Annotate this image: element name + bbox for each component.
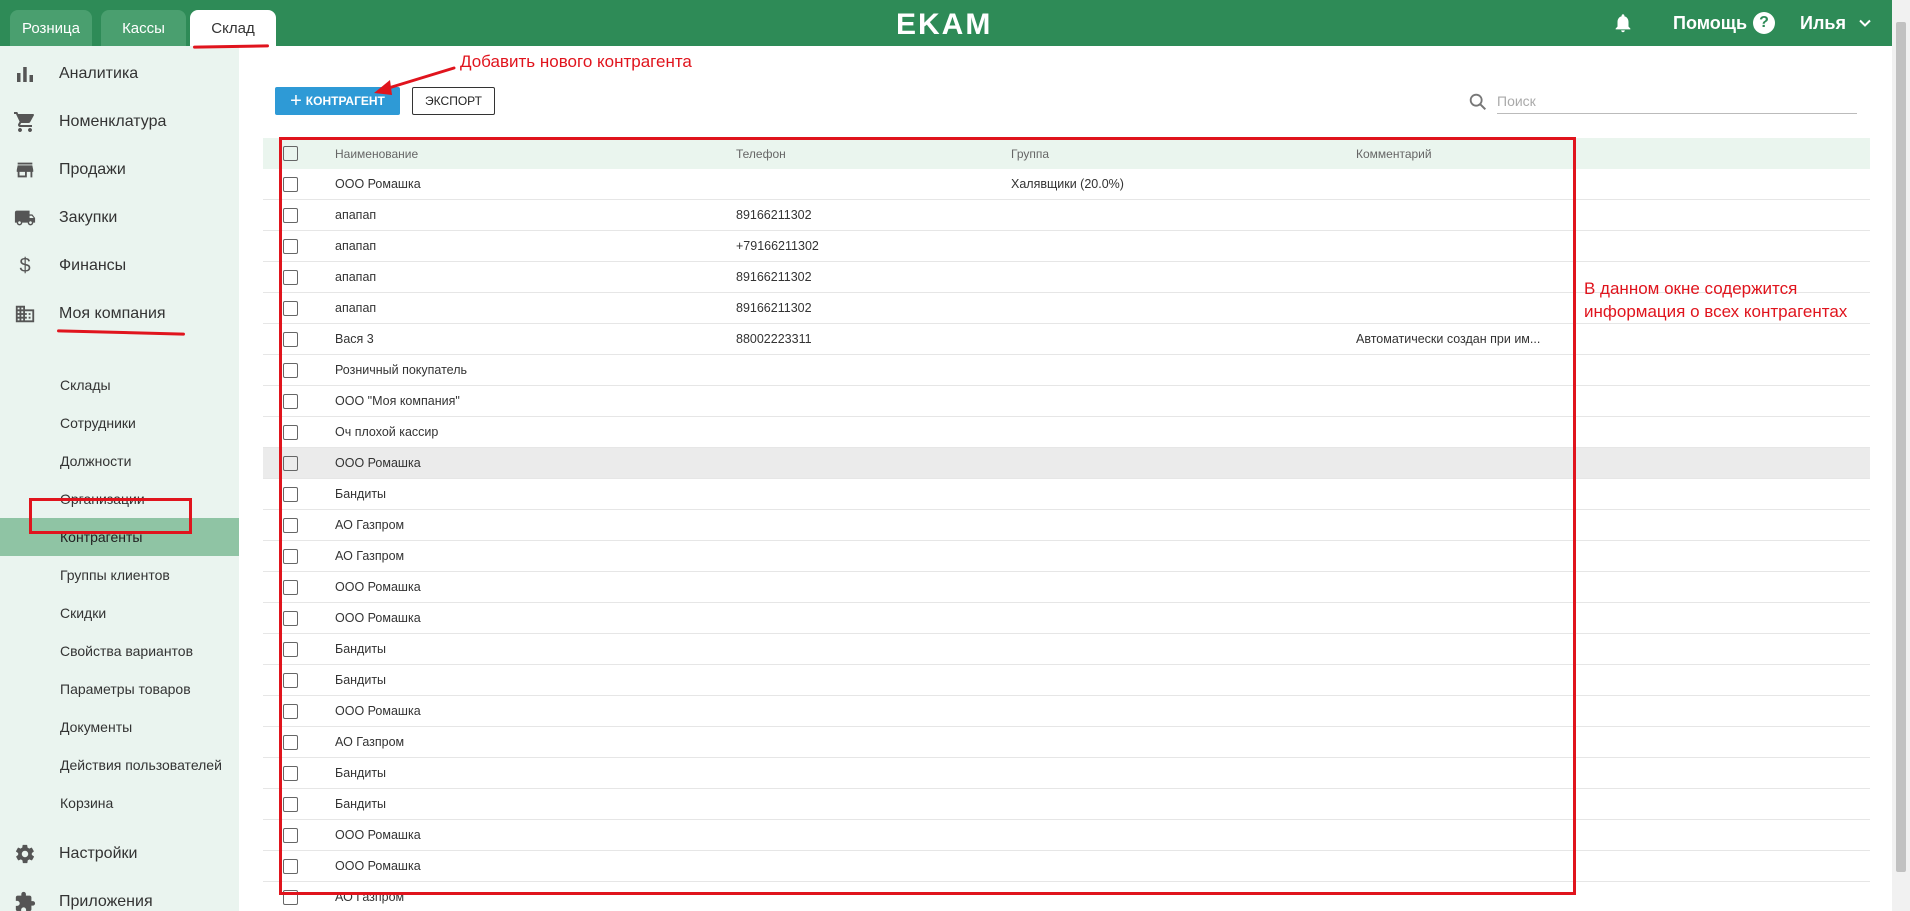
sidebar-subitem-label: Склады [60, 377, 111, 393]
underline-annotation [192, 44, 270, 49]
sidebar-subitem-label: Корзина [60, 795, 114, 811]
sidebar-item-finance[interactable]: $ Финансы [0, 246, 239, 286]
tab-warehouse[interactable]: Склад [190, 10, 276, 46]
table-box-annotation [279, 137, 1576, 895]
sidebar-subitem-label: Действия пользователей [60, 757, 222, 773]
search-input[interactable] [1497, 88, 1857, 114]
sidebar-subitem-client-groups[interactable]: Группы клиентов [0, 556, 239, 594]
search-icon [1469, 93, 1487, 111]
sidebar-item-label: Закупки [59, 209, 118, 226]
sidebar-subitem-user-actions[interactable]: Действия пользователей [0, 746, 239, 784]
sidebar-subitem-label: Документы [60, 719, 133, 735]
sidebar-item-sales[interactable]: Продажи [0, 150, 239, 190]
gear-icon [12, 841, 38, 867]
sidebar-subitem-trash[interactable]: Корзина [0, 784, 239, 822]
tab-retail[interactable]: Розница [10, 10, 92, 46]
sidebar-item-label: Аналитика [59, 65, 139, 82]
sidebar-item-label: Продажи [59, 161, 126, 178]
page-scrollbar-thumb[interactable] [1896, 22, 1906, 872]
help-link[interactable]: Помощь [1673, 0, 1747, 46]
sidebar-item-label: Номенклатура [59, 113, 167, 130]
window-hint-annotation-line1: В данном окне содержится [1584, 279, 1798, 298]
tab-cash-registers[interactable]: Кассы [101, 10, 186, 46]
brand-logo: EKAM [896, 8, 993, 41]
dollar-icon: $ [19, 254, 31, 277]
plus-icon: + [290, 90, 302, 112]
sidebar-subitem-product-parameters[interactable]: Параметры товаров [0, 670, 239, 708]
window-hint-annotation-line2: информация о всех контрагентах [1584, 302, 1848, 321]
sidebar: Аналитика Номенклатура Продажи Закупки $… [0, 46, 239, 911]
help-icon[interactable]: ? [1753, 12, 1775, 34]
sidebar-subitem-label: Группы клиентов [60, 567, 170, 583]
sidebar-item-nomenclature[interactable]: Номенклатура [0, 102, 239, 142]
sidebar-subitem-label: Должности [60, 453, 132, 469]
bell-icon[interactable] [1612, 12, 1634, 34]
arrow-annotation [374, 66, 456, 95]
sidebar-item-label: Финансы [59, 257, 127, 274]
sidebar-subitem-label: Скидки [60, 605, 107, 621]
sidebar-subitem-discounts[interactable]: Скидки [0, 594, 239, 632]
chevron-down-icon[interactable] [1857, 15, 1873, 31]
cart-icon [12, 109, 38, 135]
user-menu[interactable]: Илья [1800, 0, 1846, 46]
building-icon [12, 301, 38, 327]
sidebar-subitem-documents[interactable]: Документы [0, 708, 239, 746]
sidebar-item-apps[interactable]: Приложения [0, 882, 239, 911]
puzzle-icon [12, 889, 38, 911]
sidebar-subitem-employees[interactable]: Сотрудники [0, 404, 239, 442]
sidebar-item-my-company[interactable]: Моя компания [0, 294, 239, 334]
top-bar: Розница Кассы Склад EKAM Помощь ? Илья [0, 0, 1892, 46]
sidebar-subitem-label: Свойства вариантов [60, 643, 194, 659]
store-icon [12, 157, 38, 183]
sidebar-item-label: Приложения [59, 893, 153, 910]
sidebar-item-settings[interactable]: Настройки [0, 834, 239, 874]
add-hint-annotation: Добавить нового контрагента [460, 52, 692, 71]
sidebar-subitem-label: Параметры товаров [60, 681, 191, 697]
sidebar-item-label: Настройки [59, 845, 138, 862]
sidebar-subitem-warehouses[interactable]: Склады [0, 366, 239, 404]
sidebar-item-label: Моя компания [59, 305, 166, 322]
truck-icon [12, 205, 38, 231]
bar-chart-icon [12, 61, 38, 87]
sidebar-item-analytics[interactable]: Аналитика [0, 54, 239, 94]
sidebar-item-purchases[interactable]: Закупки [0, 198, 239, 238]
highlight-box-annotation [29, 498, 192, 534]
sidebar-subitem-positions[interactable]: Должности [0, 442, 239, 480]
sidebar-subitem-variant-properties[interactable]: Свойства вариантов [0, 632, 239, 670]
sidebar-subitem-label: Сотрудники [60, 415, 136, 431]
